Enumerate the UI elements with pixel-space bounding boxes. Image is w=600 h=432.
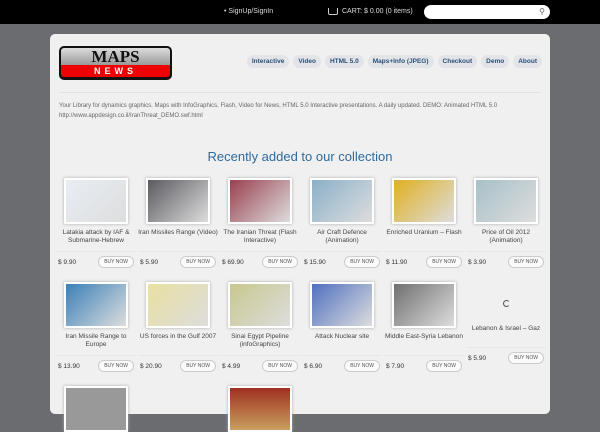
product-thumbnail[interactable] [64,386,128,432]
product-price: $ 13.90 [58,362,80,370]
product-title[interactable]: US forces in the Gulf 2007 [138,333,218,349]
product-price: $ 9.90 [58,258,77,266]
product-card [56,386,136,432]
loading-spinner-icon [502,300,510,307]
top-bar: • SignUp/SignIn CART: $ 0.00 (0 items) ⚲ [0,0,600,24]
product-title[interactable]: Air Craft Defence (Animation) [302,229,382,245]
product-thumbnail[interactable] [310,282,374,328]
product-price: $ 5.90 [140,258,159,266]
nav-demo[interactable]: Demo [481,55,510,68]
logo-news: NEWS [61,65,170,77]
product-thumbnail[interactable] [64,282,128,328]
product-price: $ 11.90 [386,258,408,266]
price-row: $ 11.90 BUY NOW [384,251,464,268]
product-thumbnail[interactable] [146,178,210,224]
nav-html5[interactable]: HTML 5.0 [324,55,364,68]
product-card: US forces in the Gulf 2007 $ 20.90 BUY N… [138,282,218,372]
product-thumbnail[interactable] [392,282,456,328]
product-thumbnail[interactable] [474,178,538,224]
product-price: $ 69.90 [222,258,244,266]
divider [59,92,541,93]
product-thumbnail[interactable] [228,178,292,224]
price-row: $ 4.99 BUY NOW [220,355,300,372]
product-title[interactable]: Attack Nuclear site [302,333,382,349]
site-description: Your Library for dynamics graphics. Maps… [59,103,498,119]
product-title[interactable]: Enriched Uranium – Flash [384,229,464,245]
product-card: Enriched Uranium – Flash $ 11.90 BUY NOW [384,178,464,268]
product-price: $ 20.90 [140,362,162,370]
product-card: Lebanon & Israel – Gaz $ 5.90 BUY NOW [466,282,546,364]
buy-now-button[interactable]: BUY NOW [98,360,134,372]
nav-interactive[interactable]: Interactive [246,55,290,68]
main-nav: Interactive Video HTML 5.0 Maps+Info (JP… [246,55,542,68]
product-card: Iran Missiles Range (Video) $ 5.90 BUY N… [138,178,218,268]
buy-now-button[interactable]: BUY NOW [344,360,380,372]
product-price: $ 5.90 [468,354,487,362]
product-thumbnail[interactable] [228,386,292,432]
price-row: $ 9.90 BUY NOW [56,251,136,268]
product-title[interactable]: Iran Missiles Range (Video) [138,229,218,245]
product-title[interactable]: The Iranian Threat (Flash Interactive) [220,229,300,245]
product-title[interactable]: Latakia attack by IAF & Submarine-Hebrew [56,229,136,245]
price-row: $ 15.90 BUY NOW [302,251,382,268]
product-card [220,386,300,432]
cart-label: CART: $ 0.00 (0 items) [342,8,413,15]
product-thumbnail[interactable] [228,282,292,328]
search-icon[interactable]: ⚲ [539,7,545,16]
logo-maps: MAPS [61,48,170,65]
product-card: Air Craft Defence (Animation) $ 15.90 BU… [302,178,382,268]
buy-now-button[interactable]: BUY NOW [508,256,544,268]
product-price: $ 3.90 [468,258,487,266]
price-row: $ 13.90 BUY NOW [56,355,136,372]
price-row: $ 7.90 BUY NOW [384,355,464,372]
product-title[interactable]: Middle East-Syria Lebanon [384,333,464,349]
buy-now-button[interactable]: BUY NOW [180,360,216,372]
product-card: Middle East-Syria Lebanon $ 7.90 BUY NOW [384,282,464,372]
buy-now-button[interactable]: BUY NOW [344,256,380,268]
product-title[interactable]: Iran Missile Range to Europe [56,333,136,349]
search-input[interactable]: ⚲ [424,5,550,19]
nav-video[interactable]: Video [293,55,321,68]
product-card: Sinai Egypt Pipeline (infoGraphics) $ 4.… [220,282,300,372]
product-title[interactable]: Sinai Egypt Pipeline (infoGraphics) [220,333,300,349]
buy-now-button[interactable]: BUY NOW [426,360,462,372]
buy-now-button[interactable]: BUY NOW [98,256,134,268]
main-panel: MAPS NEWS Interactive Video HTML 5.0 Map… [50,34,550,432]
product-price: $ 6.90 [304,362,323,370]
price-row: $ 20.90 BUY NOW [138,355,218,372]
product-title[interactable]: Lebanon & Israel – Gaz [466,325,546,341]
product-thumbnail[interactable] [310,178,374,224]
buy-now-button[interactable]: BUY NOW [262,256,298,268]
price-row: $ 5.90 BUY NOW [138,251,218,268]
price-row: $ 6.90 BUY NOW [302,355,382,372]
logo[interactable]: MAPS NEWS [59,46,172,80]
product-card: Latakia attack by IAF & Submarine-Hebrew… [56,178,136,268]
buy-now-button[interactable]: BUY NOW [426,256,462,268]
product-card: The Iranian Threat (Flash Interactive) $… [220,178,300,268]
product-price: $ 4.99 [222,362,241,370]
product-title[interactable]: Price of Oil 2012 (Animation) [466,229,546,245]
product-thumbnail[interactable] [146,282,210,328]
section-heading: Recently added to our collection [207,149,393,164]
cart-icon [328,8,338,15]
buy-now-button[interactable]: BUY NOW [508,352,544,364]
product-thumbnail[interactable] [64,178,128,224]
product-card: Price of Oil 2012 (Animation) $ 3.90 BUY… [466,178,546,268]
product-thumbnail[interactable] [392,178,456,224]
product-card: Iran Missile Range to Europe $ 13.90 BUY… [56,282,136,372]
nav-maps-info[interactable]: Maps+Info (JPEG) [367,55,434,68]
product-price: $ 7.90 [386,362,405,370]
signin-link[interactable]: • SignUp/SignIn [224,8,273,15]
buy-now-button[interactable]: BUY NOW [180,256,216,268]
product-card: Attack Nuclear site $ 6.90 BUY NOW [302,282,382,372]
cart-link[interactable]: CART: $ 0.00 (0 items) [328,8,413,15]
buy-now-button[interactable]: BUY NOW [262,360,298,372]
price-row: $ 69.90 BUY NOW [220,251,300,268]
product-price: $ 15.90 [304,258,326,266]
price-row: $ 5.90 BUY NOW [466,347,546,364]
nav-checkout[interactable]: Checkout [437,55,478,68]
nav-about[interactable]: About [513,55,542,68]
price-row: $ 3.90 BUY NOW [466,251,546,268]
